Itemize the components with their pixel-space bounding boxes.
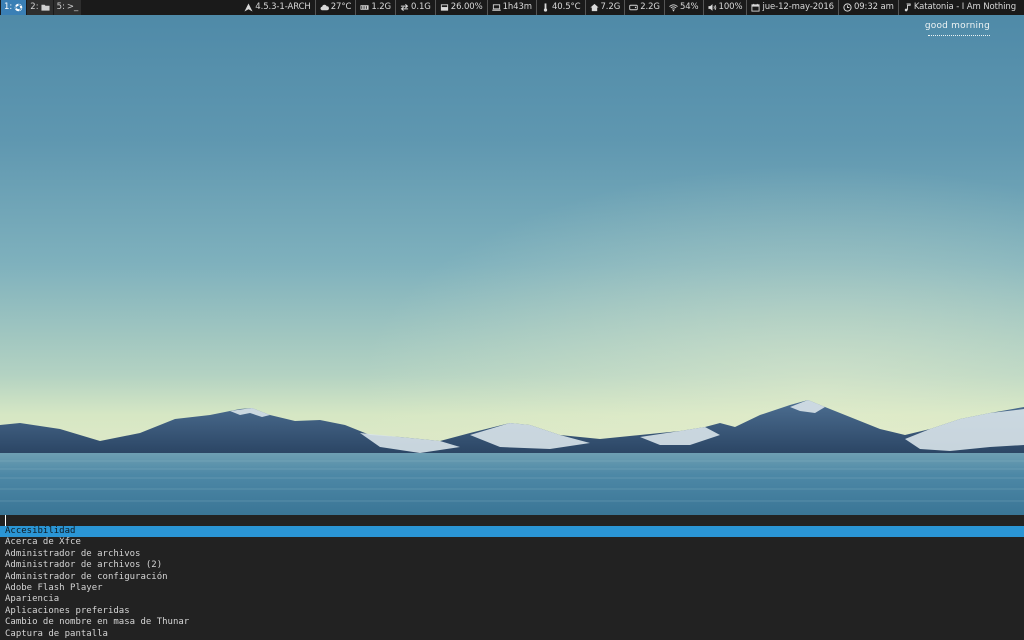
now-playing-status[interactable]: Katatonia - I Am Nothing	[897, 0, 1020, 15]
greeting-underline	[928, 34, 990, 36]
folder-icon	[41, 4, 50, 11]
calendar-icon	[751, 3, 760, 12]
launcher-item-cambio-de-nombre-thunar[interactable]: Cambio de nombre en masa de Thunar	[0, 617, 1024, 628]
launcher-results-list: Accesibilidad Acerca de Xfce Administrad…	[0, 526, 1024, 640]
launcher-search-input[interactable]	[5, 515, 1015, 526]
thermometer-icon	[543, 3, 548, 12]
greeting-text: good morning	[924, 21, 990, 31]
workspace-number: 1:	[4, 2, 13, 12]
root-disk-status: 2.2G	[624, 0, 664, 15]
launcher-item-accesibilidad[interactable]: Accesibilidad	[0, 526, 1024, 538]
volume-icon	[707, 4, 716, 11]
workspace-1-button[interactable]: 1:	[1, 0, 27, 15]
workspace-switcher: 1: 2: 5: >_	[1, 0, 82, 15]
browser-icon	[15, 3, 23, 12]
uptime-status: 1h43m	[486, 0, 536, 15]
time-status[interactable]: 09:32 am	[837, 0, 898, 15]
swap-icon	[400, 3, 409, 12]
workspace-2-button[interactable]: 2:	[27, 0, 53, 15]
mountain-lake-landscape	[0, 15, 1024, 515]
cpu-status: 26.00%	[434, 0, 487, 15]
launcher-item-administrador-de-configuracion[interactable]: Administrador de configuración	[0, 572, 1024, 583]
top-status-bar: 1: 2: 5: >_ 4.5.3-1-ARCH 27°C 1.2G 0.1G …	[0, 0, 1024, 15]
launcher-item-captura-de-pantalla[interactable]: Captura de pantalla	[0, 629, 1024, 640]
launcher-item-apariencia[interactable]: Apariencia	[0, 594, 1024, 605]
terminal-icon: >_	[66, 2, 79, 12]
weather-status: 27°C	[314, 0, 356, 15]
wifi-status: 54%	[663, 0, 703, 15]
memory-status: 1.2G	[355, 0, 395, 15]
workspace-5-button[interactable]: 5: >_	[53, 0, 82, 15]
launcher-item-administrador-de-archivos[interactable]: Administrador de archivos	[0, 549, 1024, 560]
volume-status[interactable]: 100%	[702, 0, 747, 15]
wifi-icon	[669, 4, 678, 12]
disk-icon	[629, 4, 638, 11]
home-icon	[589, 3, 599, 12]
home-disk-status: 7.2G	[584, 0, 625, 15]
launcher-item-aplicaciones-preferidas[interactable]: Aplicaciones preferidas	[0, 606, 1024, 617]
launcher-prompt-row	[0, 515, 1024, 526]
workspace-number: 2:	[30, 2, 39, 12]
memory-icon	[360, 5, 369, 10]
launcher-item-adobe-flash-player[interactable]: Adobe Flash Player	[0, 583, 1024, 594]
application-launcher: Accesibilidad Acerca de Xfce Administrad…	[0, 515, 1024, 640]
uptime-icon	[491, 4, 501, 11]
workspace-number: 5:	[56, 2, 65, 12]
cpu-icon	[440, 4, 448, 11]
clock-icon	[843, 3, 852, 12]
date-status[interactable]: jue-12-may-2016	[746, 0, 838, 15]
launcher-item-administrador-de-archivos-2[interactable]: Administrador de archivos (2)	[0, 560, 1024, 571]
desktop-wallpaper: good morning	[0, 15, 1024, 515]
temperature-status: 40.5°C	[535, 0, 585, 15]
arch-logo-icon	[244, 3, 253, 12]
kernel-status: 4.5.3-1-ARCH	[240, 0, 314, 15]
swap-status: 0.1G	[395, 0, 435, 15]
status-modules: 4.5.3-1-ARCH 27°C 1.2G 0.1G 26.00% 1h43m…	[240, 0, 1024, 15]
music-note-icon	[904, 3, 911, 12]
launcher-item-acerca-de-xfce[interactable]: Acerca de Xfce	[0, 537, 1024, 548]
cloud-icon	[320, 4, 329, 11]
